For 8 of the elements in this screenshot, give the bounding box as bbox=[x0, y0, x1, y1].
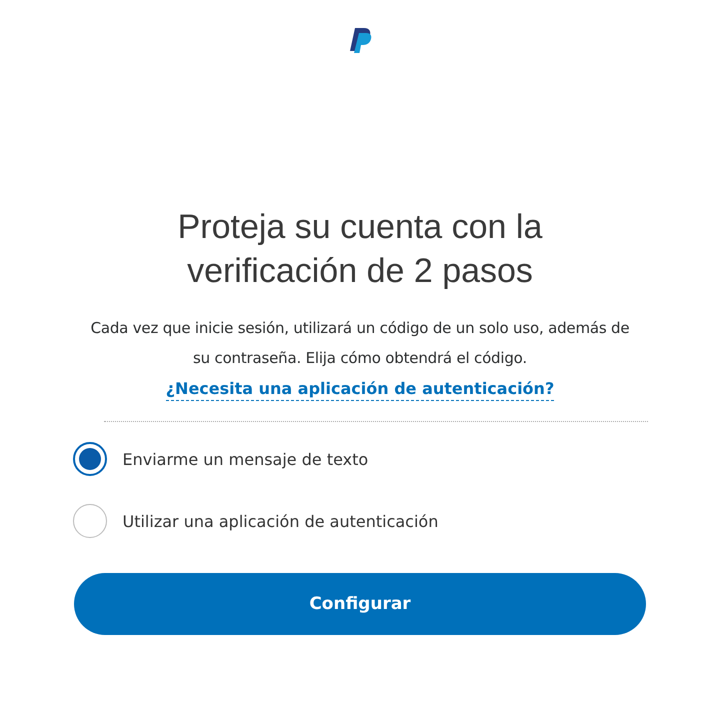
radio-button[interactable] bbox=[72, 442, 106, 476]
option-label: Enviarme un mensaje de texto bbox=[122, 450, 368, 468]
radio-button[interactable] bbox=[72, 504, 106, 538]
help-link[interactable]: ¿Necesita una aplicación de autenticación? bbox=[166, 379, 554, 401]
configure-button[interactable]: Configurar bbox=[74, 573, 646, 635]
description-text: Cada vez que inicie sesión, utilizará un código de un solo uso, además de su contraseña. Elija cómo obtendrá el código. bbox=[90, 318, 630, 369]
page-title: Proteja su cuenta con la verificación de 2 pasos bbox=[176, 207, 544, 292]
option-label: Utilizar una aplicación de autenticación bbox=[122, 512, 438, 530]
